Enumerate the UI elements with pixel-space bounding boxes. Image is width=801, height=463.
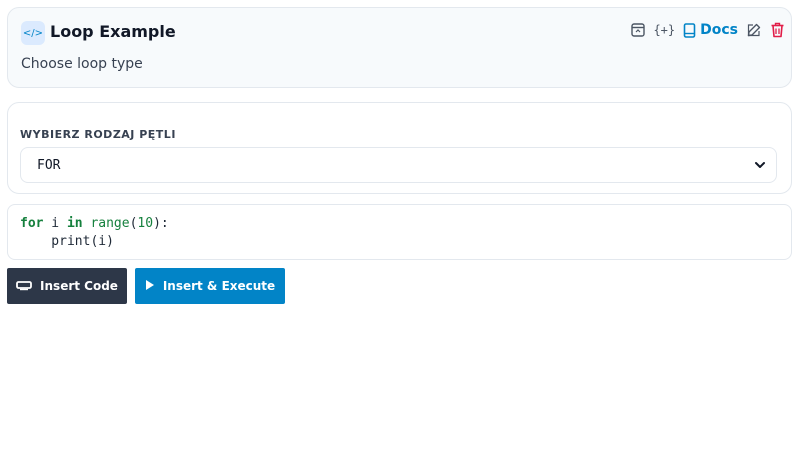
- code-line-1: for i in range(10):: [20, 215, 779, 233]
- insert-execute-button[interactable]: Insert & Execute: [135, 268, 285, 304]
- chevron-down-icon: [754, 156, 766, 175]
- code-function: range: [82, 216, 130, 231]
- insert-icon: [16, 279, 32, 294]
- trash-icon[interactable]: [770, 22, 785, 38]
- code-number: 10: [137, 216, 154, 231]
- insert-code-label: Insert Code: [40, 279, 118, 293]
- pencil-icon[interactable]: [746, 22, 762, 38]
- loop-type-select[interactable]: FOR: [20, 147, 777, 183]
- insert-execute-label: Insert & Execute: [162, 279, 276, 293]
- loop-type-label: WYBIERZ RODZAJ PĘTLI: [20, 128, 176, 141]
- snippet-subtitle: Choose loop type: [21, 56, 143, 72]
- snippet-header: </> Loop Example Choose loop type {+} Do…: [7, 7, 792, 88]
- snippet-title: Loop Example: [50, 22, 176, 41]
- code-keyword-in: in: [66, 216, 83, 231]
- code-line-2: print(i): [20, 234, 114, 249]
- code-paren-close: ):: [153, 216, 169, 231]
- code-icon: </>: [21, 21, 45, 45]
- docs-label: Docs: [700, 22, 738, 38]
- code-preview: for i in range(10): print(i): [7, 204, 792, 260]
- loop-type-card: WYBIERZ RODZAJ PĘTLI FOR: [7, 102, 792, 194]
- loop-type-selected: FOR: [37, 157, 61, 173]
- variables-button[interactable]: {+}: [653, 23, 675, 37]
- play-icon: [145, 279, 155, 294]
- docs-link[interactable]: Docs: [683, 22, 738, 38]
- insert-code-button[interactable]: Insert Code: [7, 268, 127, 304]
- window-icon[interactable]: [631, 23, 646, 37]
- code-variable: i: [43, 216, 67, 231]
- code-keyword-for: for: [20, 216, 44, 231]
- header-toolbar: {+} Docs: [631, 22, 785, 38]
- book-icon: [683, 22, 696, 38]
